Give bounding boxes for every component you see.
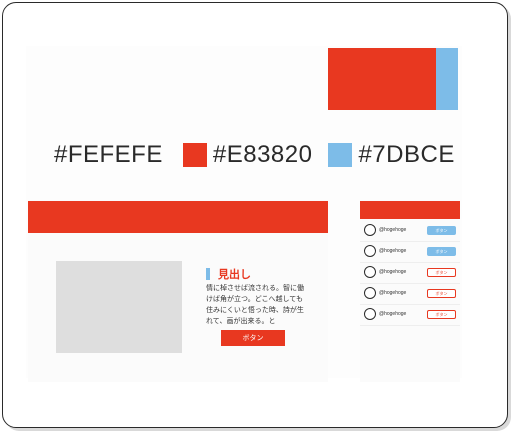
- red-color-swatch: [328, 48, 436, 110]
- user-row: @hogehoge ボタン: [360, 242, 460, 263]
- main-header-bar: [28, 201, 328, 233]
- user-action-button[interactable]: ボタン: [427, 247, 456, 256]
- avatar-icon: [364, 287, 376, 299]
- image-placeholder: [56, 261, 182, 353]
- username-label: @hogehoge: [379, 227, 407, 233]
- body-paragraph: 情に棹させば流される。智に働けば角が立つ。どこへ越しても住みにくいと悟った時、詩…: [206, 285, 304, 325]
- blue-color-code: #7DBCE: [358, 141, 455, 168]
- user-row: @hogehoge ボタン: [360, 305, 460, 326]
- heading-accent-bar: [206, 268, 210, 280]
- red-color-code: #E83820: [212, 141, 313, 168]
- username-label: @hogehoge: [379, 311, 407, 317]
- section-heading: 見出し: [206, 266, 251, 282]
- user-action-button[interactable]: ボタン: [427, 310, 456, 319]
- heading-text: 見出し: [218, 269, 251, 281]
- avatar-icon: [364, 224, 376, 236]
- user-row: @hogehoge ボタン: [360, 284, 460, 305]
- avatar-icon: [364, 266, 376, 278]
- sidebar-header-bar: [360, 201, 460, 219]
- username-label: @hogehoge: [379, 290, 407, 296]
- user-row: @hogehoge ボタン: [360, 221, 460, 242]
- red-color-chip: [182, 143, 207, 167]
- user-action-button[interactable]: ボタン: [427, 226, 456, 235]
- user-action-button[interactable]: ボタン: [427, 268, 456, 277]
- primary-button[interactable]: ボタン: [221, 330, 285, 346]
- blue-color-chip: [328, 143, 353, 167]
- username-label: @hogehoge: [379, 248, 407, 254]
- avatar-icon: [364, 245, 376, 257]
- user-row: @hogehoge ボタン: [360, 263, 460, 284]
- username-label: @hogehoge: [379, 269, 407, 275]
- user-list: @hogehoge ボタン @hogehoge ボタン @hogehoge ボタン @hog…: [360, 221, 460, 326]
- color-palette: #FEFEFE #E83820 #7DBCE: [54, 140, 455, 170]
- avatar-icon: [364, 308, 376, 320]
- user-action-button[interactable]: ボタン: [427, 289, 456, 298]
- blue-color-swatch: [436, 48, 458, 110]
- white-color-code: #FEFEFE: [54, 141, 163, 168]
